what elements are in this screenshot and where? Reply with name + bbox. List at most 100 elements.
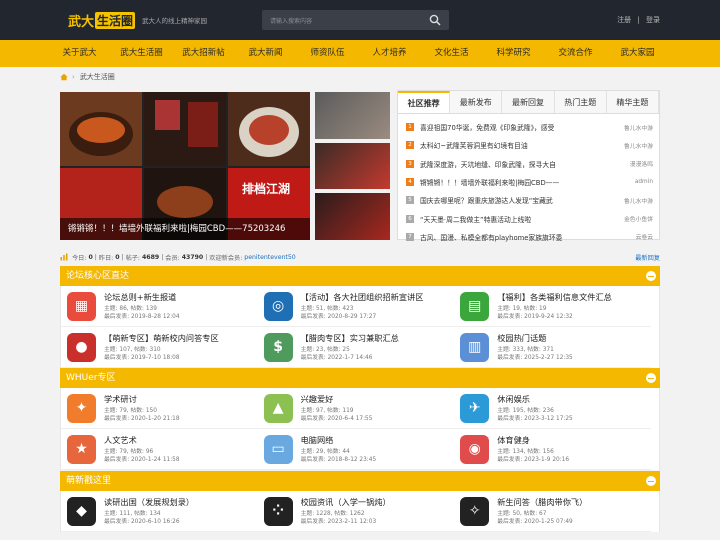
thumbnail-2[interactable]	[315, 142, 390, 190]
nav-item-2[interactable]: 武大招新帖	[178, 40, 229, 67]
new-member-link[interactable]: penitentevent50	[244, 254, 295, 261]
angry-bird-icon[interactable]: ●	[67, 332, 96, 362]
forum-item[interactable]: ✈ 休闲娱乐 主题: 195, 帖数: 236 最后发表: 2023-3-12 17:…	[454, 388, 651, 429]
forum-name[interactable]: 【萌新专区】萌新校内问答专区	[104, 332, 219, 344]
topic-author[interactable]: 漫漫洛鸣	[630, 159, 653, 168]
topic-row[interactable]: 4 锵锵锵！！！墙墙外联福利来啦|梅园CBD—— admin	[406, 173, 653, 191]
register-link[interactable]: 注册	[617, 16, 631, 24]
forum-name[interactable]: 【福利】各类福利信息文件汇总	[497, 291, 612, 303]
topic-author[interactable]: 鲁儿水中游	[624, 123, 653, 132]
tab-0[interactable]: 社区推荐	[398, 91, 451, 113]
dots-icon[interactable]: ⁘	[263, 496, 293, 526]
lifebuoy-icon[interactable]: ◎	[263, 291, 293, 321]
topic-row[interactable]: 7 古风、国漫、私模全都有playhome家族旗环委 云卷云	[406, 228, 653, 246]
topic-row[interactable]: 6 “天天墨·周二我做主”特惠活动上线啦 金色小鱼饼	[406, 209, 653, 227]
topic-author[interactable]: 鲁儿水中游	[624, 196, 653, 205]
search-input[interactable]: 请输入搜索内容	[262, 10, 449, 30]
tab-1[interactable]: 最新发布	[450, 91, 503, 113]
forum-item[interactable]: ⁘ 校园资讯（入学一锅炖） 主题: 1228, 帖数: 1262 最后发表: 2023…	[257, 491, 455, 532]
topic-row[interactable]: 2 太科幻~武隆芙蓉洞里有幻境有目油 鲁儿水中游	[406, 136, 653, 154]
forum-item[interactable]: ◉ 体育健身 主题: 134, 帖数: 156 最后发表: 2023-1-9 20:1…	[454, 429, 651, 470]
nav-item-6[interactable]: 文化生活	[426, 40, 477, 67]
forum-name[interactable]: 【腊肉专区】实习兼职汇总	[301, 332, 399, 344]
collapse-icon[interactable]	[646, 271, 656, 281]
topic-title[interactable]: 太科幻~武隆芙蓉洞里有幻境有目油	[420, 140, 620, 150]
forum-name[interactable]: 读研出国（发展规划录）	[104, 496, 194, 508]
forum-item[interactable]: ◎ 【活动】各大社团组织招新宣讲区 主题: 51, 帖数: 423 最后发表: 202…	[257, 286, 455, 327]
forum-name[interactable]: 电脑网络	[301, 434, 377, 446]
forum-item[interactable]: ★ 人文艺术 主题: 79, 帖数: 96 最后发表: 2020-1-24 11:58	[61, 429, 258, 470]
nav-item-4[interactable]: 师资队伍	[302, 40, 353, 67]
sparkle-icon[interactable]: ✧	[460, 496, 490, 526]
topic-title[interactable]: “天天墨·周二我做主”特惠活动上线啦	[420, 214, 620, 224]
forum-name[interactable]: 体育健身	[497, 434, 569, 446]
forum-item[interactable]: ▦ 论坛总则+新生报道 主题: 86, 帖数: 139 最后发表: 2019-8-28…	[61, 286, 258, 327]
forum-item[interactable]: ◆ 读研出国（发展规划录） 主题: 111, 帖数: 134 最后发表: 2020-6…	[61, 491, 258, 532]
compass-icon[interactable]: ✦	[67, 393, 96, 423]
forum-item[interactable]: ● 【萌新专区】萌新校内问答专区 主题: 107, 帖数: 310 最后发表: 201…	[61, 327, 258, 368]
image-slider[interactable]: 排档江湖 锵锵锵！！！墙墙外联福利来啦|梅园CBD——75203246	[60, 92, 310, 240]
forum-name[interactable]: 【活动】各大社团组织招新宣讲区	[301, 291, 424, 303]
tab-4[interactable]: 精华主题	[607, 91, 660, 113]
topic-title[interactable]: 武隆深度游，天坑地缝、印象武隆，探寻大自	[420, 159, 626, 169]
forum-name[interactable]: 学术研讨	[104, 393, 180, 405]
section-title[interactable]: WHUer专区	[66, 373, 116, 383]
thumbnail-1[interactable]	[315, 92, 390, 139]
plane-icon[interactable]: ✈	[460, 393, 490, 423]
nav-item-5[interactable]: 人才培养	[364, 40, 415, 67]
newest-replies-link[interactable]: 最新回复	[635, 253, 660, 262]
forum-item[interactable]: ✦ 学术研讨 主题: 79, 帖数: 150 最后发表: 2020-1-20 21:1…	[61, 388, 258, 429]
forum-item[interactable]: ✧ 新生问答（腊肉带你飞） 主题: 50, 帖数: 67 最后发表: 2020-1-2…	[454, 491, 651, 532]
star-icon[interactable]: ★	[67, 434, 96, 464]
topic-author[interactable]: 金色小鱼饼	[624, 214, 653, 223]
forum-item[interactable]: ▭ 电脑网络 主题: 29, 帖数: 44 最后发表: 2018-8-12 23:45	[257, 429, 455, 470]
breadcrumb-current[interactable]: 武大生活圈	[80, 72, 115, 82]
tab-3[interactable]: 热门主题	[555, 91, 607, 113]
section-title[interactable]: 论坛核心区直达	[66, 271, 129, 281]
topic-title[interactable]: 国庆去哪里呢？跟重庆旅游达人发现“宝藏武	[420, 195, 620, 205]
forum-name[interactable]: 兴趣爱好	[301, 393, 373, 405]
collapse-icon[interactable]	[646, 373, 656, 383]
forum-name[interactable]: 校园热门话题	[497, 332, 573, 344]
calendar-icon[interactable]: ▦	[67, 291, 96, 321]
app-icon[interactable]: ◆	[67, 496, 96, 526]
forum-item[interactable]: ▥ 校园热门话题 主题: 333, 帖数: 371 最后发表: 2025-2-27 1…	[454, 327, 651, 368]
nav-item-3[interactable]: 武大新闻	[240, 40, 291, 67]
forum-name[interactable]: 休闲娱乐	[497, 393, 573, 405]
forum-item[interactable]: ▤ 【福利】各类福利信息文件汇总 主题: 19, 帖数: 19 最后发表: 2019-…	[454, 286, 651, 327]
topic-author[interactable]: admin	[635, 179, 653, 185]
forum-name[interactable]: 论坛总则+新生报道	[104, 291, 180, 303]
section-header[interactable]: 萌新戳这里	[60, 471, 660, 491]
topic-title[interactable]: 古风、国漫、私模全都有playhome家族旗环委	[420, 232, 632, 242]
document-icon[interactable]: ▥	[460, 332, 490, 362]
folder-icon[interactable]: ▤	[460, 291, 490, 321]
nav-item-9[interactable]: 武大家园	[612, 40, 663, 67]
topic-row[interactable]: 3 武隆深度游，天坑地缝、印象武隆，探寻大自 漫漫洛鸣	[406, 155, 653, 173]
forum-item[interactable]: ▲ 兴趣爱好 主题: 97, 帖数: 119 最后发表: 2020-6-4 17:55	[257, 388, 455, 429]
collapse-icon[interactable]	[646, 476, 656, 486]
section-title[interactable]: 萌新戳这里	[66, 476, 111, 486]
forum-name[interactable]: 新生问答（腊肉带你飞）	[497, 496, 587, 508]
topic-author[interactable]: 鲁儿水中游	[624, 141, 653, 150]
section-header[interactable]: WHUer专区	[60, 368, 660, 388]
topic-author[interactable]: 云卷云	[636, 232, 653, 241]
topic-title[interactable]: 锵锵锵！！！墙墙外联福利来啦|梅园CBD——	[420, 177, 631, 187]
topic-row[interactable]: 1 喜迎祖国70华诞，免费观《印象武隆》，感受 鲁儿水中游	[406, 118, 653, 136]
topic-row[interactable]: 5 国庆去哪里呢？跟重庆旅游达人发现“宝藏武 鲁儿水中游	[406, 191, 653, 209]
thumbnail-3[interactable]	[315, 193, 390, 241]
topic-title[interactable]: 喜迎祖国70华诞，免费观《印象武隆》，感受	[420, 122, 620, 132]
login-link[interactable]: 登录	[646, 16, 660, 24]
tab-2[interactable]: 最新回复	[502, 91, 555, 113]
computer-icon[interactable]: ▭	[263, 434, 293, 464]
landscape-icon[interactable]: ▲	[263, 393, 293, 423]
camera-icon[interactable]: ◉	[460, 434, 490, 464]
slider-caption[interactable]: 锵锵锵！！！墙墙外联福利来啦|梅园CBD——75203246	[60, 218, 310, 240]
home-icon[interactable]	[60, 73, 68, 81]
nav-item-1[interactable]: 武大生活圈	[116, 40, 167, 67]
forum-item[interactable]: $ 【腊肉专区】实习兼职汇总 主题: 23, 帖数: 25 最后发表: 2022-1-…	[257, 327, 455, 368]
nav-item-7[interactable]: 科学研究	[488, 40, 539, 67]
money-icon[interactable]: $	[263, 332, 293, 362]
nav-item-0[interactable]: 关于武大	[54, 40, 105, 67]
section-header[interactable]: 论坛核心区直达	[60, 266, 660, 286]
site-logo[interactable]: 武大 生活圈	[68, 11, 136, 30]
